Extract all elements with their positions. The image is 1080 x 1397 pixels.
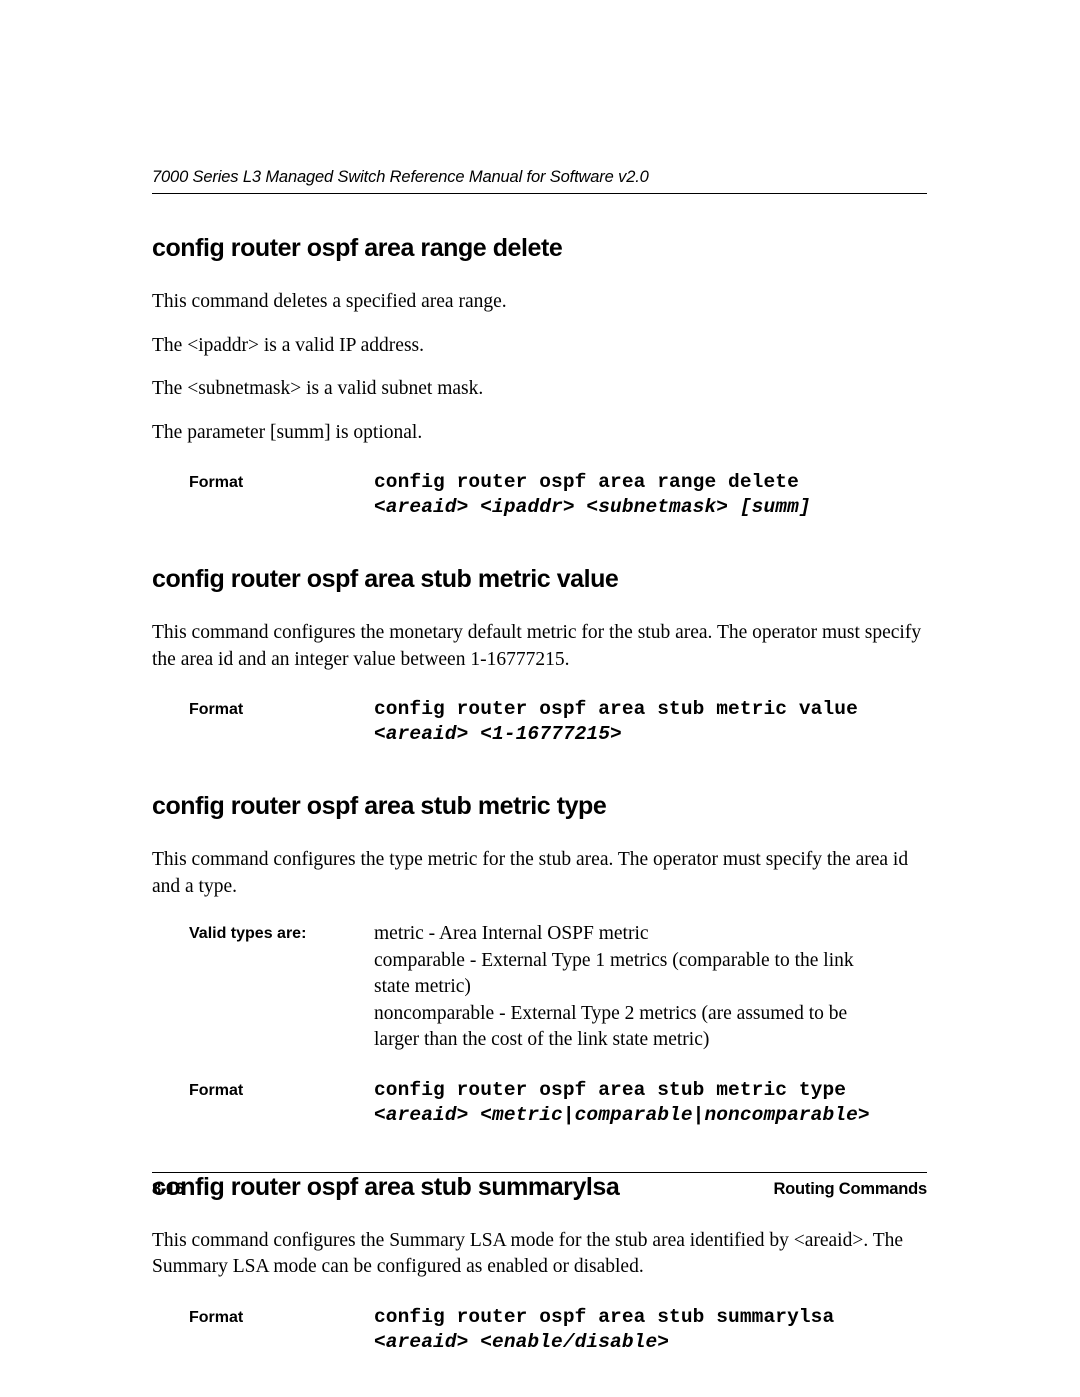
format-command: config router ospf area range delete (374, 471, 799, 493)
section-paragraph: The parameter [summ] is optional. (152, 421, 423, 443)
section-paragraph: This command configures the type metric … (152, 849, 909, 897)
valid-type-item: noncomparable - External Type 2 metrics … (374, 1002, 848, 1051)
format-body: config router ospf area range delete <ar… (374, 470, 927, 520)
page-number: 8-16 (152, 1180, 185, 1198)
format-arguments: <areaid> <metric|comparable|noncomparabl… (374, 1103, 870, 1126)
format-label: Format (189, 474, 244, 491)
format-arguments: <areaid> <1-16777215> (374, 723, 622, 745)
page-footer: 8-16 Routing Commands (152, 1172, 927, 1199)
section-heading: config router ospf area range delete (152, 234, 563, 262)
format-row: Format config router ospf area range del… (152, 470, 927, 520)
valid-types-body: metric - Area Internal OSPF metric compa… (374, 921, 927, 1054)
format-label: Format (189, 1081, 244, 1099)
format-command: config router ospf area stub summarylsa (374, 1305, 835, 1328)
format-command: config router ospf area stub metric type (374, 1078, 847, 1101)
format-body: config router ospf area stub metric type… (374, 1078, 927, 1128)
valid-types-label: Valid types are: (189, 925, 307, 942)
section-paragraph: This command configures the Summary LSA … (152, 1229, 904, 1278)
valid-type-item: metric - Area Internal OSPF metric (374, 923, 649, 944)
valid-type-item: comparable - External Type 1 metrics (co… (374, 949, 854, 998)
format-label: Format (189, 701, 244, 718)
document-page: 7000 Series L3 Managed Switch Reference … (0, 0, 1080, 1397)
format-arguments: <areaid> <ipaddr> <subnetmask> [summ] (374, 496, 811, 518)
section-heading: config router ospf area stub metric type (152, 792, 607, 820)
format-label: Format (189, 1308, 244, 1326)
format-command: config router ospf area stub metric valu… (374, 698, 858, 720)
running-header-title: 7000 Series L3 Managed Switch Reference … (152, 168, 649, 186)
section-heading: config router ospf area stub metric valu… (152, 565, 619, 593)
format-row: Format config router ospf area stub metr… (152, 1078, 927, 1128)
footer-row: 8-16 Routing Commands (152, 1173, 927, 1199)
format-arguments: <areaid> <enable/disable> (374, 1330, 670, 1353)
section-paragraph: The <ipaddr> is a valid IP address. (152, 334, 425, 356)
format-row: Format config router ospf area stub metr… (152, 697, 927, 747)
section-paragraph: The <subnetmask> is a valid subnet mask. (152, 378, 484, 399)
format-row: Format config router ospf area stub summ… (152, 1305, 927, 1355)
format-body: config router ospf area stub metric valu… (374, 697, 927, 747)
format-body: config router ospf area stub summarylsa … (374, 1305, 927, 1355)
chapter-title: Routing Commands (773, 1180, 927, 1198)
header-rule (152, 193, 927, 194)
section-paragraph: This command deletes a specified area ra… (152, 291, 507, 312)
valid-types-row: Valid types are: metric - Area Internal … (152, 921, 927, 1054)
section-paragraph: This command configures the monetary def… (152, 622, 922, 670)
